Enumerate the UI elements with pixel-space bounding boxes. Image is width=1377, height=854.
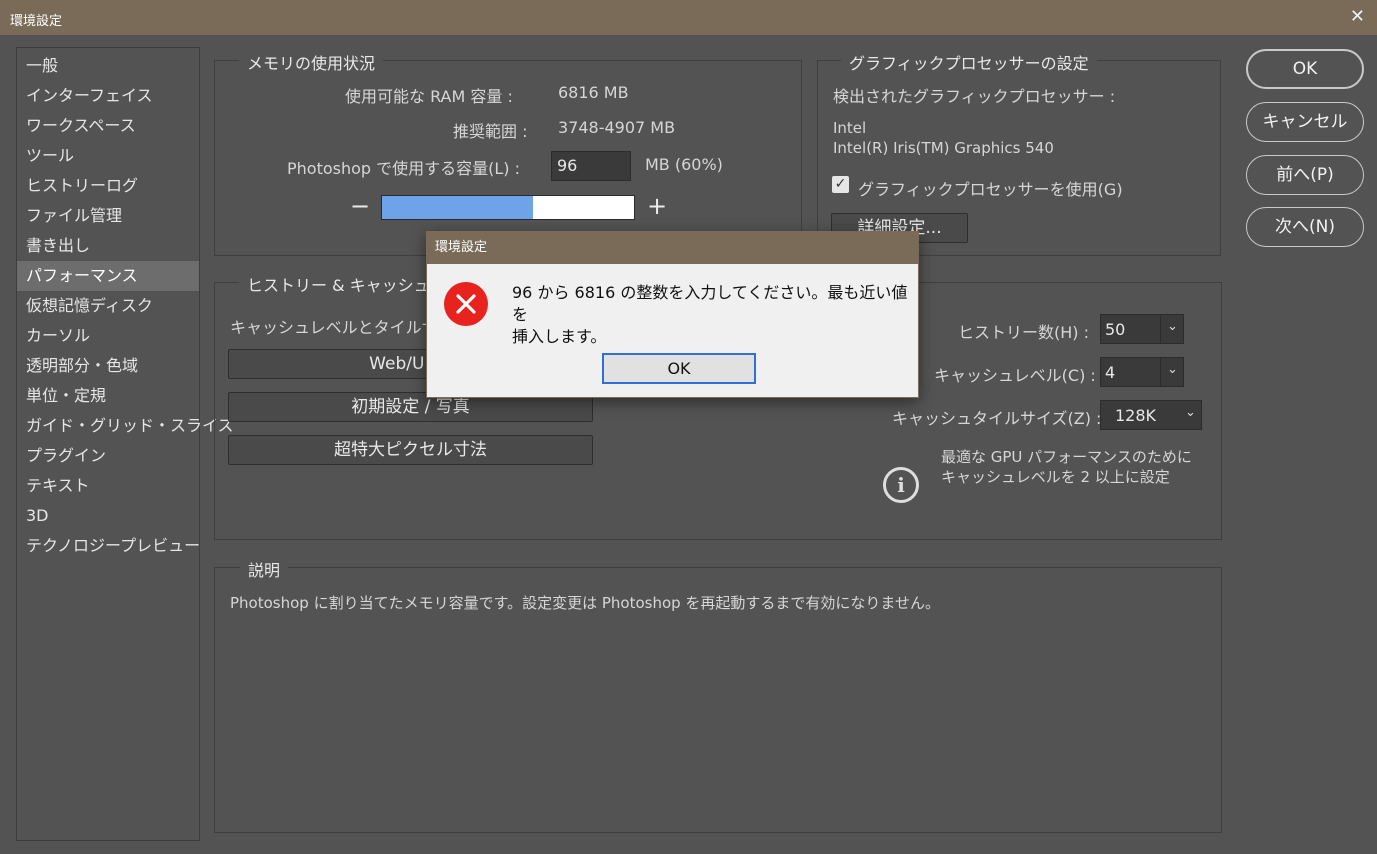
memory-use-label: Photoshop で使用する容量(L) : xyxy=(287,159,521,178)
sidebar-item-performance[interactable]: パフォーマンス xyxy=(17,261,199,291)
ok-button[interactable]: OK xyxy=(1246,49,1364,89)
alert-title: 環境設定 xyxy=(427,232,918,264)
history-states-combo[interactable]: 50 ⌄ xyxy=(1100,314,1184,344)
gpu-model: Intel(R) Iris(TM) Graphics 540 xyxy=(833,139,1054,157)
history-cache-intro: キャッシュレベルとタイルサ xyxy=(230,318,438,337)
cache-levels-value[interactable]: 4 xyxy=(1105,363,1115,382)
use-gpu-checkbox[interactable]: ✓ xyxy=(832,176,849,193)
ideal-range-label: 推奨範囲 : xyxy=(453,122,528,141)
sidebar-item-type[interactable]: テキスト xyxy=(17,471,199,501)
available-ram-value: 6816 MB xyxy=(558,83,629,102)
prev-button[interactable]: 前へ(P) xyxy=(1246,155,1364,195)
available-ram-label: 使用可能な RAM 容量 : xyxy=(345,87,513,106)
sidebar-item-scratch-disks[interactable]: 仮想記憶ディスク xyxy=(17,291,199,321)
sidebar-item-general[interactable]: 一般 xyxy=(17,51,199,81)
history-states-label: ヒストリー数(H) : xyxy=(958,323,1089,342)
next-button[interactable]: 次へ(N) xyxy=(1246,207,1364,247)
memory-use-unit: MB (60%) xyxy=(645,155,723,174)
info-icon: i xyxy=(883,467,919,503)
memory-slider-fill xyxy=(382,196,534,219)
sidebar-item-3d[interactable]: 3D xyxy=(17,501,199,531)
alert-ok-button[interactable]: OK xyxy=(602,353,756,384)
preset-huge-pixel-button[interactable]: 超特大ピクセル寸法 xyxy=(228,435,593,465)
sidebar-item-transparency-gamut[interactable]: 透明部分・色域 xyxy=(17,351,199,381)
sidebar-item-cursors[interactable]: カーソル xyxy=(17,321,199,351)
sidebar-item-history-log[interactable]: ヒストリーログ xyxy=(17,171,199,201)
history-states-value[interactable]: 50 xyxy=(1105,320,1125,339)
window-title: 環境設定 xyxy=(10,14,63,29)
alert-message: 96 から 6816 の整数を入力してください。最も近い値を 挿入します。 xyxy=(512,282,918,348)
cancel-button[interactable]: キャンセル xyxy=(1246,102,1364,142)
use-gpu-label[interactable]: グラフィックプロセッサーを使用(G) xyxy=(858,176,1123,200)
error-icon xyxy=(444,282,488,326)
sidebar-item-guides-grid-slices[interactable]: ガイド・グリッド・スライス xyxy=(17,411,234,441)
alert-message-line-1: 96 から 6816 の整数を入力してください。最も近い値を xyxy=(512,283,908,324)
description-text: Photoshop に割り当てたメモリ容量です。設定変更は Photoshop … xyxy=(230,594,940,612)
close-icon[interactable]: ✕ xyxy=(1350,6,1365,27)
description-title: 説明 xyxy=(240,557,289,581)
sidebar-item-units-rulers[interactable]: 単位・定規 xyxy=(17,381,199,411)
memory-increase-icon[interactable]: + xyxy=(647,192,667,220)
history-cache-title: ヒストリー & キャッシュ xyxy=(239,272,438,296)
sidebar-item-workspace[interactable]: ワークスペース xyxy=(17,111,199,141)
gpu-detected-label: 検出されたグラフィックプロセッサー : xyxy=(833,87,1116,106)
sidebar-item-plugins[interactable]: プラグイン xyxy=(17,441,199,471)
gpu-settings-title: グラフィックプロセッサーの設定 xyxy=(841,50,1097,74)
ideal-range-value: 3748-4907 MB xyxy=(558,118,676,137)
chevron-down-icon[interactable]: ⌄ xyxy=(1185,405,1196,420)
memory-use-input[interactable]: 96 xyxy=(551,151,631,181)
cache-levels-combo[interactable]: 4 ⌄ xyxy=(1100,357,1184,387)
sidebar-item-interface[interactable]: インターフェイス xyxy=(17,81,199,111)
sidebar-item-file-handling[interactable]: ファイル管理 xyxy=(17,201,199,231)
sidebar-item-technology-previews[interactable]: テクノロジープレビュー xyxy=(17,531,200,561)
chevron-down-icon[interactable]: ⌄ xyxy=(1167,362,1178,377)
gpu-vendor: Intel xyxy=(833,119,867,137)
gpu-tip-line-2: キャッシュレベルを 2 以上に設定 xyxy=(941,468,1170,486)
sidebar-item-tools[interactable]: ツール xyxy=(17,141,199,171)
chevron-down-icon[interactable]: ⌄ xyxy=(1167,319,1178,334)
memory-usage-title: メモリの使用状況 xyxy=(239,50,384,74)
gpu-tip-line-1: 最適な GPU パフォーマンスのために xyxy=(941,448,1192,466)
cache-tile-size-value[interactable]: 128K xyxy=(1115,406,1156,425)
window-title-bar: 環境設定 ✕ xyxy=(0,0,1377,35)
cache-tile-size-label: キャッシュタイルサイズ(Z) : xyxy=(892,409,1102,428)
alert-message-line-2: 挿入します。 xyxy=(512,327,607,346)
memory-slider[interactable] xyxy=(381,195,635,220)
alert-dialog: 環境設定 96 から 6816 の整数を入力してください。最も近い値を 挿入しま… xyxy=(426,231,919,398)
cache-tile-size-select[interactable]: 128K ⌄ xyxy=(1100,400,1202,430)
cache-levels-label: キャッシュレベル(C) : xyxy=(934,366,1096,385)
memory-decrease-icon[interactable]: − xyxy=(350,192,370,220)
sidebar-item-export[interactable]: 書き出し xyxy=(17,231,199,261)
preferences-sidebar: 一般 インターフェイス ワークスペース ツール ヒストリーログ ファイル管理 書… xyxy=(16,47,234,841)
